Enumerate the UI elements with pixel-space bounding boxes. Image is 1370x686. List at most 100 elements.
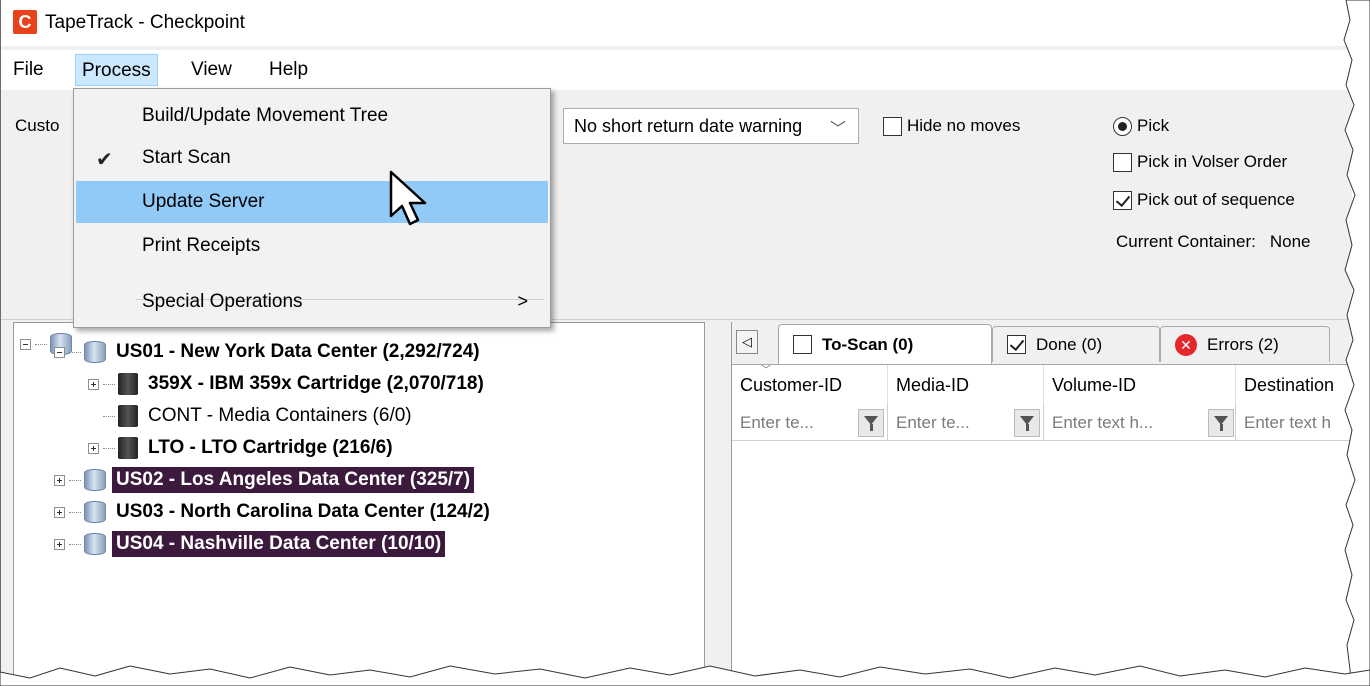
menu-item-print-receipts[interactable]: Print Receipts [76,225,548,267]
pick-label: Pick [1137,116,1170,135]
tab-to-scan[interactable]: To-Scan (0) [778,324,992,364]
tab-errors[interactable]: ✕ Errors (2) [1160,326,1330,362]
filter-placeholder: Enter text h... [1052,413,1154,432]
expand-icon[interactable] [54,474,65,486]
filter-destination[interactable]: Enter text h [1236,405,1352,441]
title-bar: C TapeTrack - Checkpoint [1,0,1352,46]
column-header-customer-id[interactable]: ﹀ Customer-ID [732,365,888,405]
customer-label: Custo [15,116,60,135]
column-header-media-id[interactable]: Media-ID [888,365,1044,405]
tree-item-us04[interactable]: US04 - Nashville Data Center (10/10) [54,529,446,559]
pick-out-of-sequence-option[interactable]: Pick out of sequence [1113,190,1295,210]
tree-connector [103,415,115,417]
tree-connector [69,479,81,481]
mouse-pointer-icon [389,170,427,226]
tree-connector [69,511,81,513]
menu-item-start-scan[interactable]: ✔ Start Scan [76,137,548,179]
expand-icon[interactable] [54,506,65,518]
tab-errors-label: Errors (2) [1207,334,1279,354]
return-date-warning-value: No short return date warning [574,116,803,136]
torn-edge-right [1343,0,1370,686]
filter-icon[interactable] [1208,409,1234,437]
cartridge-icon [118,373,138,395]
tab-to-scan-label: To-Scan (0) [822,334,914,354]
tree-connector [103,447,115,449]
pick-option[interactable]: Pick [1113,116,1169,136]
expand-icon[interactable] [88,378,99,390]
column-header-destination[interactable]: Destination [1236,365,1352,405]
app-logo-icon: C [13,10,37,34]
tree-connector [35,343,47,345]
tree-item-label: US03 - North Carolina Data Center (124/2… [116,501,490,522]
pick-out-of-sequence-checkbox[interactable] [1113,190,1132,210]
column-header-label: Volume-ID [1052,375,1137,395]
tab-done-label: Done (0) [1036,334,1103,354]
tree-item-us02[interactable]: US02 - Los Angeles Data Center (325/7) [54,465,475,495]
expand-icon[interactable] [88,442,99,454]
panel-splitter[interactable] [705,322,729,686]
menu-item-label: Special Operations [142,291,303,312]
tree-item-359x[interactable]: 359X - IBM 359x Cartridge (2,070/718) [88,369,488,399]
scan-grid[interactable]: ﹀ Customer-ID Media-ID Volume-ID Destina… [732,364,1352,686]
menu-item-label: Start Scan [142,147,231,168]
pick-volser-option[interactable]: Pick in Volser Order [1113,152,1287,172]
torn-edge-bottom [0,665,1370,686]
process-menu-dropdown: Build/Update Movement Tree ✔ Start Scan … [73,88,551,328]
menu-item-build-update-tree[interactable]: Build/Update Movement Tree [76,95,548,137]
collapse-icon[interactable] [20,338,31,350]
scan-panel: ◁ To-Scan (0) Done (0) ✕ Errors (2) ﹀ Cu… [731,322,1352,686]
pick-radio[interactable] [1113,116,1132,136]
database-icon [84,501,106,523]
hide-no-moves-label: Hide no moves [907,116,1021,135]
menu-item-update-server[interactable]: Update Server [76,181,548,223]
expand-icon[interactable] [54,538,65,550]
tree-item-label: US04 - Nashville Data Center (10/10) [112,531,446,557]
column-header-label: Media-ID [896,375,970,395]
to-scan-checkbox-icon [793,335,812,354]
tree-item-label: 359X - IBM 359x Cartridge (2,070/718) [148,373,484,394]
tree-item-label: US01 - New York Data Center (2,292/724) [116,341,480,362]
menu-item-label: Build/Update Movement Tree [142,105,389,126]
database-icon [84,533,106,555]
menu-item-label: Update Server [142,191,265,212]
tree-item-lto[interactable]: LTO - LTO Cartridge (216/6) [88,433,397,463]
current-container-label: Current Container: [1116,232,1256,251]
menu-process[interactable]: Process [75,54,158,86]
database-icon [84,341,106,363]
filter-placeholder: Enter te... [740,413,814,432]
tree-item-label: CONT - Media Containers (6/0) [148,405,412,426]
collapse-icon[interactable] [54,346,65,358]
app-window: C TapeTrack - Checkpoint File Process Vi… [0,0,1352,686]
menu-item-label: Print Receipts [142,235,261,256]
column-header-volume-id[interactable]: Volume-ID [1044,365,1236,405]
filter-placeholder: Enter text h [1244,413,1331,432]
filter-icon[interactable] [858,409,884,437]
pick-volser-checkbox[interactable] [1113,152,1132,172]
return-date-warning-select[interactable]: No short return date warning ﹀ [563,108,859,144]
location-tree[interactable]: US01 - New York Data Center (2,292/724) … [13,322,705,686]
error-icon: ✕ [1175,333,1197,356]
hide-no-moves-option[interactable]: Hide no moves [883,116,1020,136]
done-check-icon [1007,335,1026,354]
menu-view[interactable]: View [185,54,238,86]
tree-item-us03[interactable]: US03 - North Carolina Data Center (124/2… [54,497,494,527]
hide-no-moves-checkbox[interactable] [883,116,902,136]
current-container-value: None [1269,232,1311,251]
menu-file[interactable]: File [7,54,50,86]
menu-bar: File Process View Help [1,50,1352,90]
tab-done[interactable]: Done (0) [992,326,1160,362]
cartridge-icon [118,405,138,427]
menu-help[interactable]: Help [263,54,314,86]
filter-icon[interactable] [1014,409,1040,437]
tree-item-label: LTO - LTO Cartridge (216/6) [148,437,393,458]
tab-scroll-left-button[interactable]: ◁ [736,330,758,354]
tree-connector [69,351,81,353]
tree-item-cont[interactable]: CONT - Media Containers (6/0) [88,401,416,431]
checkmark-icon: ✔ [96,149,113,171]
column-header-label: Customer-ID [740,375,843,395]
chevron-down-icon: ﹀ [829,121,846,138]
menu-item-special-operations[interactable]: Special Operations > [76,281,548,323]
filter-placeholder: Enter te... [896,413,970,432]
sort-indicator-icon: ﹀ [760,365,773,377]
tree-item-us01[interactable]: US01 - New York Data Center (2,292/724) [54,337,484,367]
